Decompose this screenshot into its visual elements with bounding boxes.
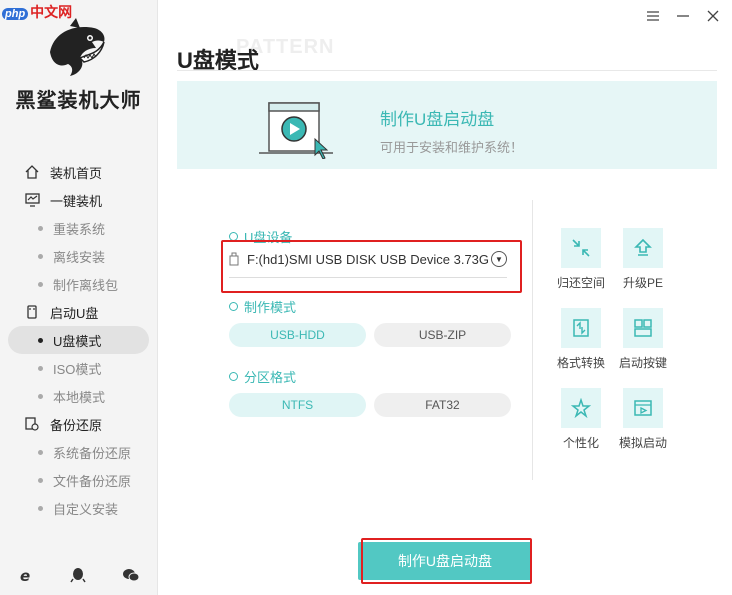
tool-label: 个性化 <box>562 436 599 450</box>
button-highlight-box <box>361 538 532 584</box>
device-highlight-box <box>221 240 522 293</box>
sidebar-item-usb-mode[interactable]: U盘模式 <box>8 326 149 354</box>
upgrade-icon <box>623 228 663 268</box>
backup-icon <box>22 414 42 434</box>
sidebar-item-label: 重装系统 <box>53 221 106 237</box>
bullet <box>38 281 43 287</box>
partition-label: 分区格式 <box>244 370 297 385</box>
restore-space-icon <box>561 228 601 268</box>
sidebar-item-label: 系统备份还原 <box>53 445 132 461</box>
personalize-icon <box>561 388 601 428</box>
mode-label: 制作模式 <box>244 300 297 315</box>
tool-simulate-boot[interactable]: 模拟启动 <box>608 388 678 451</box>
sidebar-item-backup[interactable]: 备份还原 <box>0 410 157 438</box>
menu-icon[interactable] <box>646 9 660 23</box>
bullet <box>38 393 43 399</box>
shark-logo-icon <box>50 18 105 76</box>
sidebar-item-label: ISO模式 <box>53 361 102 377</box>
sidebar-footer: e <box>0 565 157 585</box>
ie-icon[interactable]: e <box>16 565 36 585</box>
format-convert-icon <box>561 308 601 348</box>
sidebar-item-label: 制作离线包 <box>53 277 119 293</box>
monitor-icon <box>22 190 42 210</box>
bullet <box>38 365 43 371</box>
bullet <box>38 449 43 455</box>
banner: 制作U盘启动盘 可用于安装和维护系统！ <box>177 81 717 169</box>
sidebar-nav: 装机首页 一键装机 重装系统 离线安装 制作离线包 启动U盘 U盘模式 ISO模… <box>0 158 157 522</box>
tool-label: 模拟启动 <box>618 436 667 450</box>
tool-label: 格式转换 <box>556 356 605 370</box>
mode-section-label: 制作模式 <box>229 297 296 316</box>
close-icon[interactable] <box>706 9 720 23</box>
banner-title: 制作U盘启动盘 <box>380 110 495 129</box>
ring-bullet <box>229 302 238 311</box>
qq-icon[interactable] <box>68 565 88 585</box>
brand-name: 黑鲨装机大师 <box>15 90 142 112</box>
sidebar-item-iso-mode[interactable]: ISO模式 <box>0 354 157 382</box>
sidebar-item-label: 装机首页 <box>50 165 103 181</box>
tool-label: 升级PE <box>622 276 663 290</box>
usb-boot-illustration-icon <box>259 102 333 159</box>
sidebar-item-label: U盘模式 <box>53 333 102 349</box>
home-icon <box>22 162 42 182</box>
tool-label: 归还空间 <box>556 276 605 290</box>
sidebar-item-label: 备份还原 <box>50 417 103 433</box>
sidebar-item-one-click[interactable]: 一键装机 <box>0 186 157 214</box>
sidebar-item-home[interactable]: 装机首页 <box>0 158 157 186</box>
sidebar-item-boot-usb[interactable]: 启动U盘 <box>0 298 157 326</box>
title-divider <box>177 70 717 71</box>
bullet <box>38 477 43 483</box>
partition-option-fat32[interactable]: FAT32 <box>374 393 511 417</box>
mode-option-usb-hdd[interactable]: USB-HDD <box>229 323 366 347</box>
usb-icon <box>22 302 42 322</box>
bullet <box>38 225 43 231</box>
ring-bullet <box>229 372 238 381</box>
minimize-icon[interactable] <box>676 9 690 23</box>
bullet <box>38 505 43 511</box>
tool-label: 启动按键 <box>618 356 667 370</box>
sidebar-item-custom-install[interactable]: 自定义安装 <box>0 494 157 522</box>
sidebar-item-label: 一键装机 <box>50 193 103 209</box>
tool-upgrade-pe[interactable]: 升级PE <box>608 228 678 291</box>
mode-option-usb-zip[interactable]: USB-ZIP <box>374 323 511 347</box>
tool-format-convert[interactable]: 格式转换 <box>546 308 616 371</box>
banner-subtitle: 可用于安装和维护系统！ <box>380 140 524 155</box>
bullet <box>38 253 43 259</box>
sidebar-item-make-offline[interactable]: 制作离线包 <box>0 270 157 298</box>
sidebar-item-reinstall[interactable]: 重装系统 <box>0 214 157 242</box>
tools-divider <box>532 200 533 480</box>
sidebar-item-local-mode[interactable]: 本地模式 <box>0 382 157 410</box>
sidebar-item-file-backup[interactable]: 文件备份还原 <box>0 466 157 494</box>
sidebar-item-label: 自定义安装 <box>53 501 119 517</box>
sidebar-item-system-backup[interactable]: 系统备份还原 <box>0 438 157 466</box>
partition-option-ntfs[interactable]: NTFS <box>229 393 366 417</box>
sidebar-item-offline-install[interactable]: 离线安装 <box>0 242 157 270</box>
window-controls <box>646 9 720 23</box>
sidebar: php中文网 黑鲨装机大师 装机首页 一键装机 重装系统 离线安装 制作离线包 <box>0 0 158 595</box>
watermark-php: php <box>2 8 29 20</box>
boot-key-icon <box>623 308 663 348</box>
svg-text:e: e <box>20 567 30 583</box>
sidebar-item-label: 本地模式 <box>53 389 106 405</box>
tool-restore-space[interactable]: 归还空间 <box>546 228 616 291</box>
wechat-icon[interactable] <box>121 565 141 585</box>
partition-section-label: 分区格式 <box>229 367 296 386</box>
sidebar-item-label: 离线安装 <box>53 249 106 265</box>
sidebar-item-label: 启动U盘 <box>50 305 99 321</box>
tool-boot-key[interactable]: 启动按键 <box>608 308 678 371</box>
tool-personalize[interactable]: 个性化 <box>546 388 616 451</box>
bullet <box>38 337 43 343</box>
sidebar-item-label: 文件备份还原 <box>53 473 132 489</box>
simulate-boot-icon <box>623 388 663 428</box>
